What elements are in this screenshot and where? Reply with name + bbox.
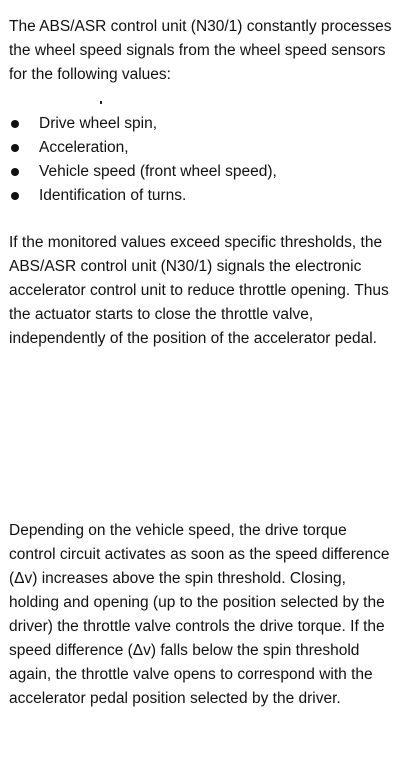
list-item-text: Drive wheel spin, — [39, 115, 158, 132]
bullet-icon — [11, 168, 19, 176]
list-item-text: Identification of turns. — [39, 187, 187, 204]
print-speck — [100, 101, 102, 104]
list-item: Acceleration, — [9, 136, 394, 160]
bullet-icon — [11, 144, 19, 152]
bullet-icon — [11, 192, 19, 200]
list-item-text: Acceleration, — [39, 139, 129, 156]
list-item: Drive wheel spin, — [9, 112, 394, 136]
list-item: Vehicle speed (front wheel speed), — [9, 160, 394, 184]
list-item: Identification of turns. — [9, 184, 394, 208]
list-item-text: Vehicle speed (front wheel speed), — [39, 163, 277, 180]
intro-paragraph: The ABS/ASR control unit (N30/1) constan… — [9, 18, 392, 83]
values-bullet-list: Drive wheel spin, Acceleration, Vehicle … — [9, 112, 394, 208]
threshold-paragraph: If the monitored values exceed specific … — [9, 234, 389, 347]
bullet-icon — [11, 120, 19, 128]
drive-torque-paragraph: Depending on the vehicle speed, the driv… — [9, 522, 390, 707]
